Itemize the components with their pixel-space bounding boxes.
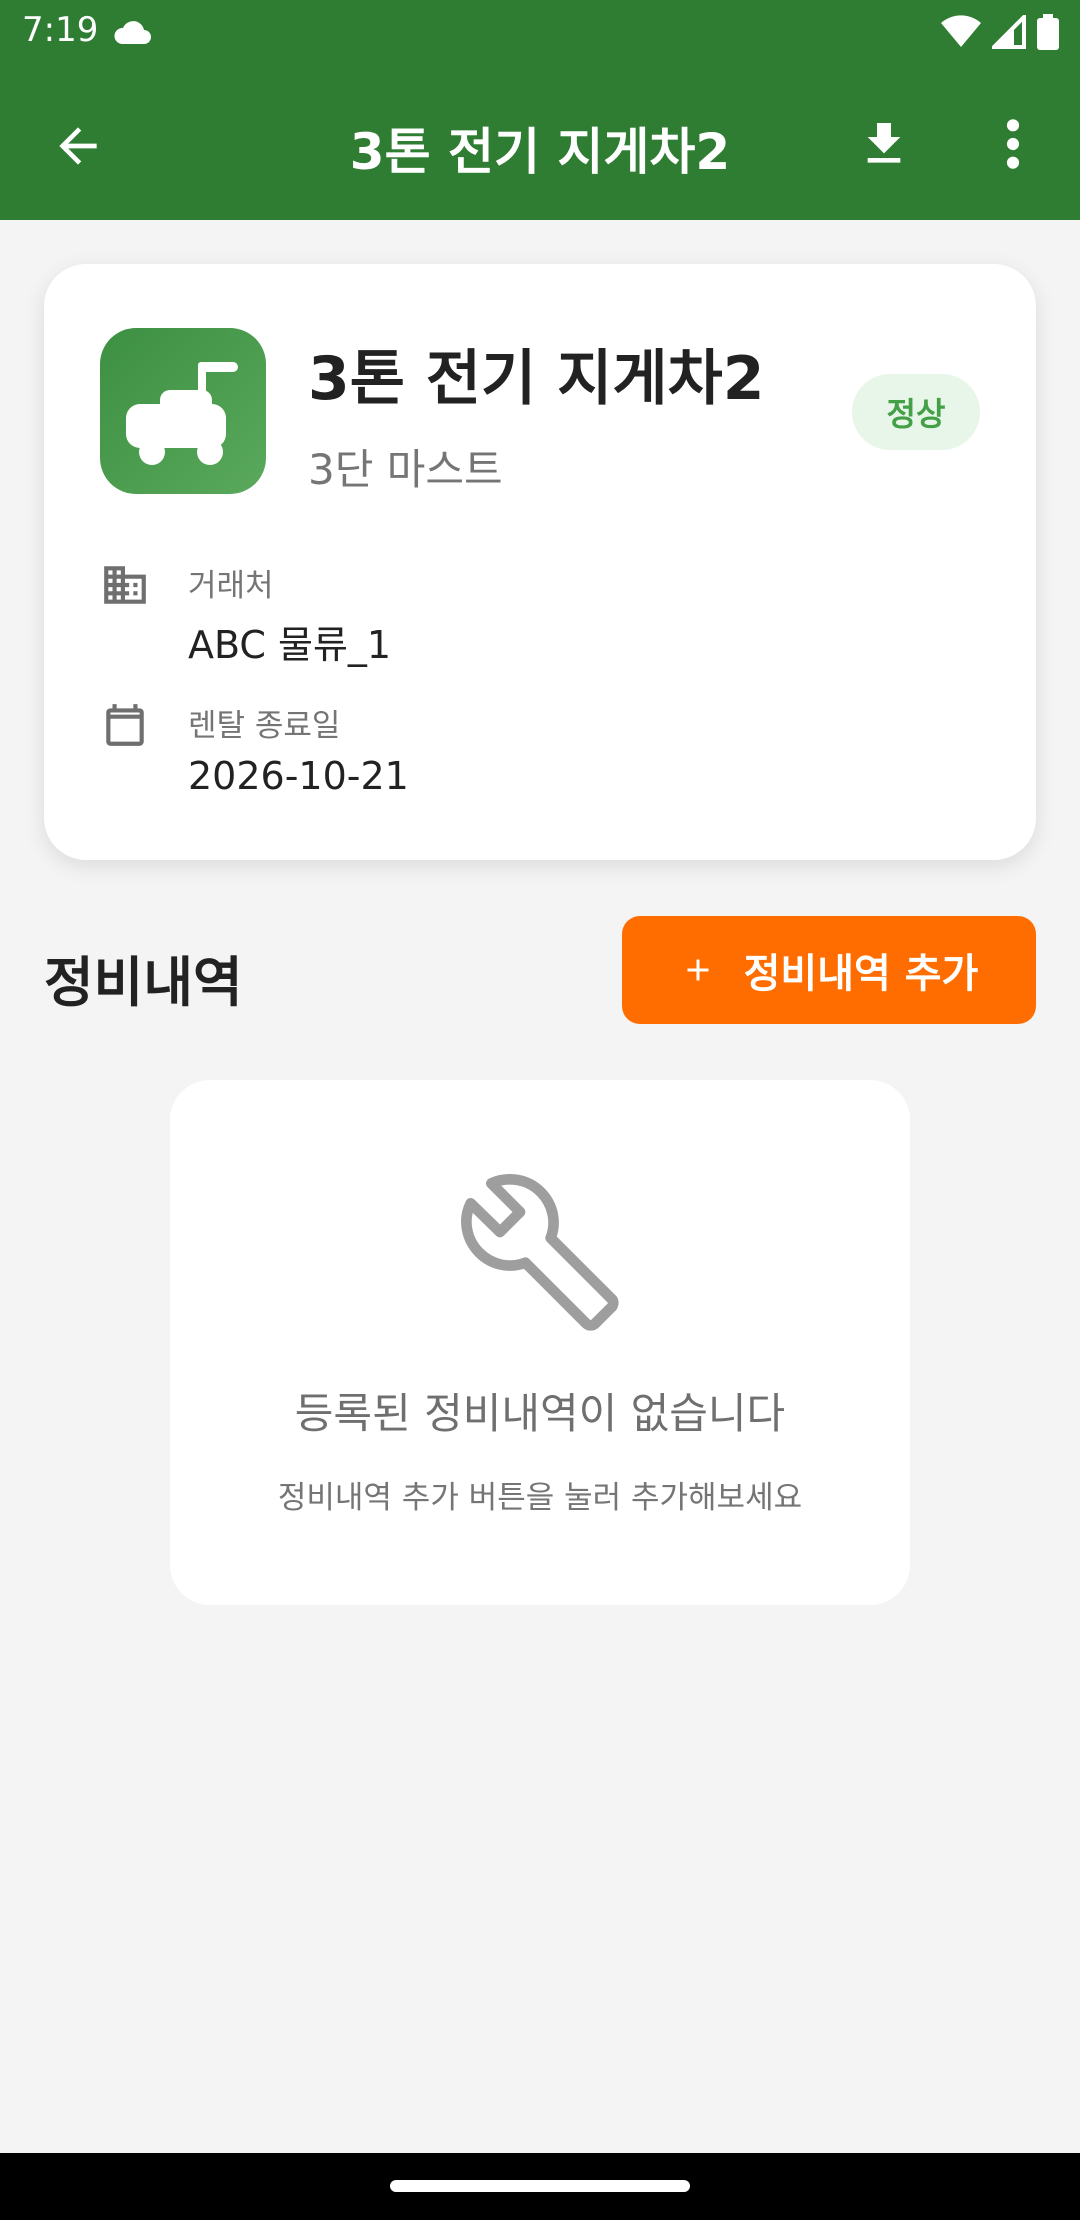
equipment-subtitle: 3단 마스트 — [308, 445, 503, 494]
system-icons — [940, 14, 1060, 50]
building-icon — [104, 566, 146, 604]
status-badge: 정상 — [852, 374, 980, 450]
status-time: 7:19 — [22, 10, 99, 50]
add-maintenance-button[interactable]: 정비내역 추가 — [622, 916, 1036, 1024]
forklift-icon — [100, 328, 266, 494]
wrench-icon — [461, 1174, 619, 1331]
empty-state-title: 등록된 정비내역이 없습니다 — [294, 1389, 786, 1438]
calendar-icon — [106, 704, 144, 746]
status-bar: 7:19 — [0, 0, 1080, 66]
add-maintenance-label: 정비내역 추가 — [743, 951, 979, 997]
empty-state-subtitle: 정비내역 추가 버튼을 눌러 추가해보세요 — [277, 1480, 803, 1516]
equipment-card: 3톤 전기 지게차2 3단 마스트 정상 거래처 ABC 물류_1 렌탈 종료일… — [44, 264, 1036, 860]
empty-state-card: 등록된 정비내역이 없습니다 정비내역 추가 버튼을 눌러 추가해보세요 — [170, 1080, 910, 1605]
maintenance-section-title: 정비내역 — [44, 951, 243, 1014]
plus-icon — [687, 959, 709, 981]
home-handle[interactable] — [390, 2180, 690, 2192]
equipment-name: 3톤 전기 지게차2 — [308, 344, 765, 414]
rental-end-value: 2026-10-21 — [188, 754, 409, 798]
wifi-icon — [941, 15, 981, 47]
download-icon[interactable] — [856, 116, 912, 172]
more-options-icon[interactable] — [996, 116, 1030, 172]
rental-end-label: 렌탈 종료일 — [188, 708, 341, 744]
client-label: 거래처 — [188, 568, 274, 604]
client-value: ABC 물류_1 — [188, 623, 392, 667]
signal-icon — [992, 15, 1026, 49]
battery-icon — [1037, 14, 1059, 50]
cloud-icon — [114, 21, 151, 44]
page-title: 3톤 전기 지게차2 — [349, 123, 731, 181]
app-bar: 3톤 전기 지게차2 — [0, 66, 1080, 220]
